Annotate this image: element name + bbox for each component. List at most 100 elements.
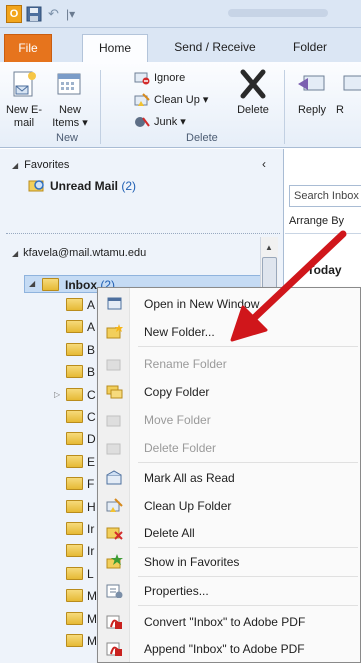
arrange-by-header[interactable]: Arrange By — [289, 215, 344, 227]
minimize-pane-icon[interactable]: ‹ — [262, 157, 266, 171]
menu-item-show-in-favorites[interactable]: Show in Favorites — [98, 550, 361, 574]
menu-item-label: Properties... — [144, 584, 209, 598]
subfolder-item[interactable]: D — [66, 431, 96, 447]
inbox-label: Inbox — [65, 278, 97, 292]
save-icon[interactable] — [26, 5, 42, 23]
menu-separator — [138, 576, 358, 577]
reply-button[interactable]: Reply — [292, 68, 332, 117]
subfolder-item[interactable]: B — [66, 364, 96, 380]
folder-icon — [66, 589, 83, 603]
junk-icon — [135, 117, 150, 128]
clean-up-button[interactable]: Clean Up ▾ — [134, 90, 208, 110]
tab-home[interactable]: Home — [82, 34, 148, 63]
menu-item-delete-folder[interactable]: Delete Folder — [98, 436, 361, 460]
menu-item-move-folder[interactable]: Move Folder — [98, 408, 361, 432]
menu-item-label: Clean Up Folder — [144, 499, 232, 513]
new-email-icon — [13, 71, 36, 97]
subfolder-item[interactable]: M — [66, 611, 97, 627]
group-label-new: New — [56, 132, 79, 144]
subfolder-label: E — [87, 454, 96, 469]
account-label: kfavela@mail.wtamu.edu — [23, 247, 147, 259]
pdf-append-icon — [106, 642, 122, 656]
menu-item-copy-folder[interactable]: Copy Folder — [98, 380, 361, 404]
qat-customize-icon[interactable]: |▾ — [66, 5, 76, 23]
folder-icon — [66, 298, 83, 311]
unread-mail-count: (2) — [121, 179, 137, 193]
today-group-header[interactable]: ◢ Today — [297, 263, 342, 277]
subfolder-item[interactable]: M — [66, 588, 97, 604]
menu-item-label: Rename Folder — [144, 357, 227, 371]
subfolder-item[interactable]: L — [66, 566, 96, 582]
tab-file[interactable]: File — [4, 34, 52, 62]
collapse-triangle-icon: ◢ — [12, 161, 19, 170]
menu-separator — [138, 462, 358, 463]
menu-item-label: Append "Inbox" to Adobe PDF — [144, 642, 305, 656]
reply-all-button[interactable]: R — [336, 68, 361, 117]
new-items-button[interactable]: New Items ▾ — [50, 68, 90, 130]
subfolder-label: L — [87, 566, 94, 581]
folder-icon — [66, 454, 83, 468]
outlook-app-icon[interactable]: O — [6, 5, 22, 23]
subfolder-label: H — [87, 499, 96, 514]
menu-item-label: Delete Folder — [144, 441, 217, 455]
menu-item-mark-all-as-read[interactable]: Mark All as Read — [98, 466, 361, 490]
folder-context-menu: Open in New Window New Folder... Rename Fo… — [97, 287, 361, 663]
new-folder-icon — [106, 324, 123, 339]
scroll-up-arrow-icon[interactable]: ▲ — [265, 243, 273, 252]
reply-all-icon — [343, 75, 361, 91]
subfolder-item[interactable]: Ir — [66, 521, 96, 537]
account-header[interactable]: ◢ kfavela@mail.wtamu.edu — [12, 247, 146, 259]
menu-item-delete-all[interactable]: Delete All — [98, 521, 361, 545]
expand-triangle-icon[interactable]: ▷ — [54, 390, 60, 399]
tab-folder[interactable]: Folder — [282, 34, 338, 62]
menu-item-open-in-new-window[interactable]: Open in New Window — [98, 292, 361, 316]
subfolder-label: A — [87, 320, 96, 335]
subfolder-label: Ir — [87, 522, 95, 536]
subfolder-item[interactable]: E — [66, 454, 96, 470]
menu-item-clean-up-folder[interactable]: Clean Up Folder — [98, 494, 361, 518]
clean-up-label: Clean Up — [154, 94, 200, 106]
menu-item-new-folder[interactable]: New Folder... — [98, 320, 361, 344]
favorites-label: Favorites — [24, 159, 70, 171]
subfolder-item[interactable]: A — [66, 319, 96, 335]
folder-icon — [66, 611, 83, 625]
subfolder-label: D — [87, 432, 96, 447]
delete-button[interactable]: Delete — [230, 68, 276, 117]
title-bar: O ↶ |▾ — [0, 0, 361, 28]
subfolder-item[interactable]: ▷ C — [54, 387, 96, 403]
tab-send-receive[interactable]: Send / Receive — [160, 34, 270, 62]
subfolder-item[interactable]: H — [66, 499, 96, 515]
menu-item-properties[interactable]: Properties... — [98, 579, 361, 603]
junk-button[interactable]: Junk ▾ — [134, 112, 186, 132]
ignore-label: Ignore — [154, 72, 186, 84]
subfolder-label: C — [87, 387, 96, 402]
menu-item-rename-folder[interactable]: Rename Folder — [98, 352, 361, 376]
menu-item-label: Delete All — [144, 526, 195, 540]
properties-icon — [106, 584, 123, 598]
subfolder-label: B — [87, 342, 96, 357]
folder-icon — [66, 634, 83, 647]
search-inbox-input[interactable]: Search Inbox — [289, 185, 361, 207]
favorites-header[interactable]: ◢ Favorites — [12, 159, 69, 171]
subfolder-label: B — [87, 365, 96, 380]
subfolder-item[interactable]: F — [66, 476, 96, 492]
ribbon-group-separator — [100, 70, 101, 144]
folder-icon — [66, 342, 83, 356]
collapse-triangle-icon: ◢ — [12, 249, 19, 258]
new-items-icon — [57, 73, 81, 95]
new-email-button[interactable]: New E-mail — [4, 68, 44, 130]
ribbon: New E-mail New Items ▾ Ignore Clean Up ▾… — [0, 62, 361, 148]
reply-all-label: R — [336, 104, 344, 116]
unread-mail-label: Unread Mail — [50, 179, 119, 193]
subfolder-item[interactable]: M — [66, 633, 97, 649]
subfolder-item[interactable]: C — [66, 409, 96, 425]
subfolder-item[interactable]: B — [66, 342, 96, 358]
favorite-unread-mail[interactable]: Unread Mail (2) — [28, 179, 137, 193]
undo-icon[interactable]: ↶ — [48, 5, 62, 23]
subfolder-item[interactable]: A — [66, 297, 96, 313]
subfolder-item[interactable]: Ir — [66, 543, 96, 559]
menu-item-append-inbox-to-adobe-pdf[interactable]: Append "Inbox" to Adobe PDF — [98, 637, 361, 661]
ribbon-group-separator — [284, 70, 285, 144]
menu-item-convert-inbox-to-adobe-pdf[interactable]: Convert "Inbox" to Adobe PDF — [98, 610, 361, 634]
ignore-button[interactable]: Ignore — [134, 68, 185, 88]
